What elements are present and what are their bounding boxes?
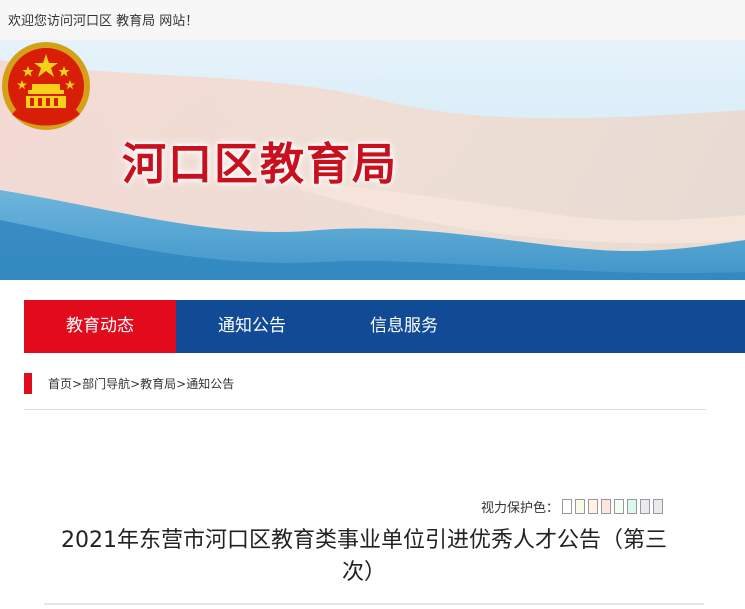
- breadcrumb-department-link[interactable]: 部门导航: [82, 377, 130, 391]
- eye-protection-label: 视力保护色：: [481, 501, 560, 516]
- breadcrumb-marker: [24, 373, 32, 394]
- header-banner: 河口区教育局: [0, 40, 745, 280]
- main-nav: 教育动态 通知公告 信息服务: [24, 300, 745, 353]
- nav-item-info-services[interactable]: 信息服务: [328, 300, 480, 353]
- breadcrumb-notices-link[interactable]: 通知公告: [186, 377, 234, 391]
- eye-protection-color-picker: 视力保护色：: [481, 497, 664, 517]
- eye-protection-swatch-5[interactable]: [614, 499, 625, 514]
- breadcrumb-separator: >: [72, 377, 83, 391]
- article-title-line2: 次）: [341, 560, 386, 585]
- breadcrumb-home-link[interactable]: 首页: [48, 377, 72, 391]
- eye-protection-swatch-6[interactable]: [627, 499, 638, 514]
- breadcrumb-separator: >: [130, 377, 141, 391]
- eye-protection-swatch-3[interactable]: [588, 499, 599, 514]
- nav-item-notices[interactable]: 通知公告: [176, 300, 328, 353]
- article-title: 2021年东营市河口区教育类事业单位引进优秀人才公告（第三 次）: [54, 525, 674, 589]
- eye-protection-swatch-1[interactable]: [562, 499, 573, 514]
- eye-protection-swatch-8[interactable]: [653, 499, 664, 514]
- breadcrumb-separator: >: [176, 377, 187, 391]
- breadcrumb: 首页>部门导航>教育局>通知公告: [24, 373, 706, 410]
- eye-protection-swatch-7[interactable]: [640, 499, 651, 514]
- title-divider: [44, 603, 704, 605]
- welcome-text: 欢迎您访问河口区 教育局 网站！: [8, 14, 199, 29]
- site-title: 河口区教育局: [122, 139, 398, 190]
- main-content: 教育动态 通知公告 信息服务 首页>部门导航>教育局>通知公告 视力保护色： 2…: [4, 280, 745, 609]
- national-emblem-icon: [2, 42, 90, 130]
- breadcrumb-bureau-link[interactable]: 教育局: [140, 377, 176, 391]
- eye-protection-swatch-4[interactable]: [601, 499, 612, 514]
- eye-protection-swatch-2[interactable]: [575, 499, 586, 514]
- nav-item-education-news[interactable]: 教育动态: [24, 300, 176, 353]
- top-bar: 欢迎您访问河口区 教育局 网站！: [0, 0, 745, 40]
- article-title-line1: 2021年东营市河口区教育类事业单位引进优秀人才公告（第三: [61, 528, 667, 553]
